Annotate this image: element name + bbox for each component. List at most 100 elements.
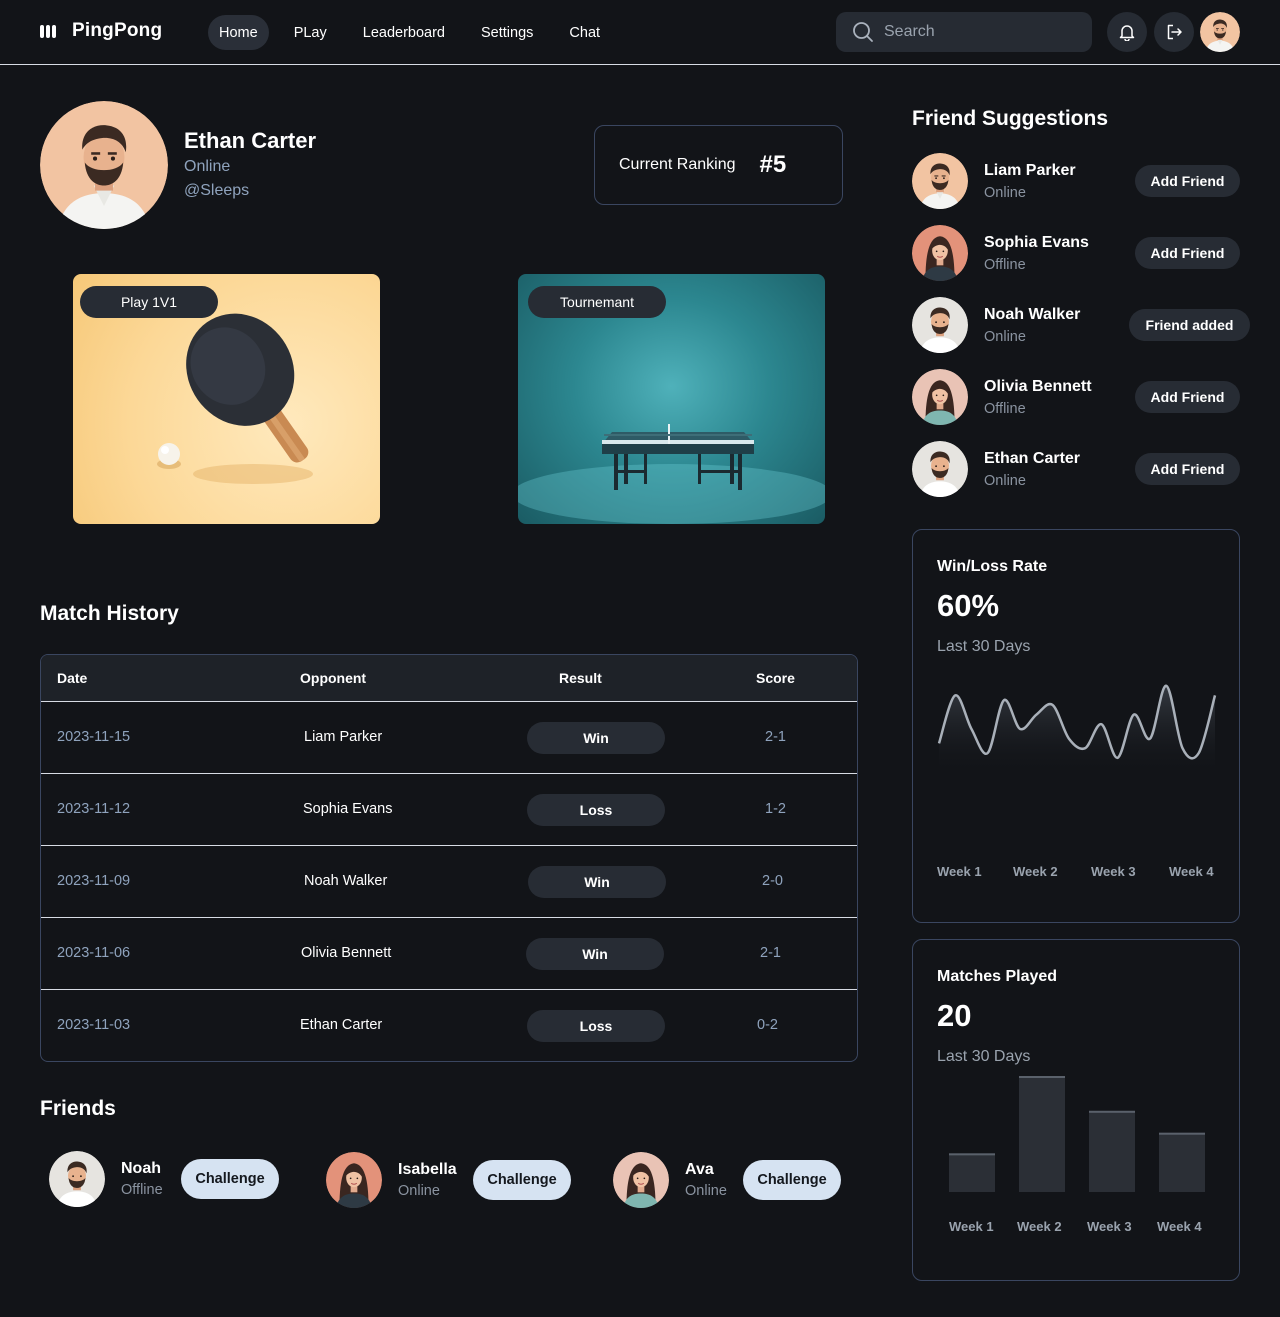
match-history-table: Date Opponent Result Score 2023-11-15 Li… xyxy=(40,654,858,1062)
row-opponent: Noah Walker xyxy=(304,873,388,889)
win-loss-card: Win/Loss Rate 60% Last 30 Days Week 1 We… xyxy=(912,529,1240,923)
suggestion-item: Sophia Evans Offline Add Friend xyxy=(912,225,1252,281)
nav-leaderboard[interactable]: Leaderboard xyxy=(352,15,456,50)
table-row[interactable]: 2023-11-09 Noah Walker Win 2-0 xyxy=(41,846,857,918)
bar-2 xyxy=(1019,1076,1065,1192)
col-score: Score xyxy=(756,670,795,686)
result-badge: Loss xyxy=(527,794,665,826)
suggestion-status: Offline xyxy=(984,257,1026,273)
match-history-title: Match History xyxy=(40,602,179,625)
week-label: Week 2 xyxy=(1017,1219,1062,1234)
add-friend-button[interactable]: Add Friend xyxy=(1135,165,1240,197)
notifications-button[interactable] xyxy=(1107,12,1147,52)
avatar xyxy=(912,153,968,209)
avatar xyxy=(912,225,968,281)
friend-item-noah: Noah Offline xyxy=(49,1151,163,1207)
user-avatar[interactable] xyxy=(1200,12,1240,52)
challenge-button[interactable]: Challenge xyxy=(743,1160,841,1200)
row-opponent: Sophia Evans xyxy=(303,801,393,817)
result-badge: Win xyxy=(528,866,666,898)
col-date: Date xyxy=(57,670,88,686)
search-input[interactable] xyxy=(884,23,1074,41)
nav-home[interactable]: Home xyxy=(208,15,269,50)
logo[interactable]: PingPong xyxy=(40,20,162,42)
play-1v1-card[interactable]: Play 1V1 xyxy=(73,274,380,524)
tournament-card[interactable]: Tournemant xyxy=(518,274,825,524)
week-label: Week 1 xyxy=(949,1219,994,1234)
table-row[interactable]: 2023-11-12 Sophia Evans Loss 1-2 xyxy=(41,774,857,846)
bell-icon xyxy=(1119,25,1135,41)
row-opponent: Olivia Bennett xyxy=(301,945,392,961)
avatar xyxy=(912,441,968,497)
line-area xyxy=(939,685,1215,777)
week-label: Week 1 xyxy=(937,864,982,879)
matches-played-card: Matches Played 20 Last 30 Days Week 1 We… xyxy=(912,939,1240,1281)
friend-status: Online xyxy=(398,1183,440,1199)
current-ranking-card: Current Ranking #5 xyxy=(594,125,843,205)
suggestion-status: Online xyxy=(984,329,1026,345)
week-label: Week 3 xyxy=(1087,1219,1132,1234)
suggestion-item: Liam Parker Online Add Friend xyxy=(912,153,1252,209)
suggestion-name: Liam Parker xyxy=(984,162,1076,179)
matches-played-value: 20 xyxy=(937,998,972,1033)
friend-item-isabella: Isabella Online xyxy=(326,1152,457,1208)
win-loss-period: Last 30 Days xyxy=(937,638,1031,655)
suggestion-status: Online xyxy=(984,473,1026,489)
table-row[interactable]: 2023-11-15 Liam Parker Win 2-1 xyxy=(41,702,857,774)
logo-icon xyxy=(40,23,56,39)
friend-suggestions-title: Friend Suggestions xyxy=(912,107,1109,130)
friend-name: Isabella xyxy=(398,1161,457,1178)
nav-chat[interactable]: Chat xyxy=(558,15,611,50)
top-nav: PingPong Home PLay Leaderboard Settings … xyxy=(0,0,1280,65)
avatar xyxy=(613,1152,669,1208)
challenge-button[interactable]: Challenge xyxy=(473,1160,571,1200)
profile-avatar xyxy=(40,101,168,229)
row-opponent: Liam Parker xyxy=(304,729,383,745)
friend-added-button[interactable]: Friend added xyxy=(1129,309,1250,341)
friend-name: Noah xyxy=(121,1160,161,1177)
table-row[interactable]: 2023-11-06 Olivia Bennett Win 2-1 xyxy=(41,918,857,990)
week-label: Week 2 xyxy=(1013,864,1058,879)
suggestion-name: Ethan Carter xyxy=(984,450,1081,467)
friend-item-ava: Ava Online xyxy=(613,1152,727,1208)
logout-button[interactable] xyxy=(1154,12,1194,52)
win-loss-label: Win/Loss Rate xyxy=(937,558,1048,575)
bar-cap-4 xyxy=(1159,1132,1205,1135)
row-date: 2023-11-12 xyxy=(57,801,131,817)
result-badge: Loss xyxy=(527,1010,665,1042)
friend-status: Offline xyxy=(121,1182,163,1198)
avatar xyxy=(326,1152,382,1208)
week-label: Week 4 xyxy=(1157,1219,1202,1234)
challenge-button[interactable]: Challenge xyxy=(181,1159,279,1199)
suggestion-status: Offline xyxy=(984,401,1026,417)
avatar xyxy=(912,369,968,425)
bar-3 xyxy=(1089,1110,1135,1192)
ranking-label: Current Ranking xyxy=(619,156,736,173)
table-header: Date Opponent Result Score xyxy=(41,655,857,702)
suggestion-item: Ethan Carter Online Add Friend xyxy=(912,441,1252,497)
search-box[interactable] xyxy=(836,12,1092,52)
row-score: 1-2 xyxy=(765,801,786,817)
suggestion-name: Noah Walker xyxy=(984,306,1081,323)
profile-name: Ethan Carter xyxy=(184,128,317,153)
add-friend-button[interactable]: Add Friend xyxy=(1135,453,1240,485)
matches-played-label: Matches Played xyxy=(937,968,1058,985)
row-score: 2-0 xyxy=(762,873,783,889)
table-row[interactable]: 2023-11-03 Ethan Carter Loss 0-2 xyxy=(41,990,857,1061)
week-label: Week 3 xyxy=(1091,864,1136,879)
friends-title: Friends xyxy=(40,1097,116,1120)
col-opponent: Opponent xyxy=(300,670,367,686)
matches-played-bar-chart xyxy=(949,1076,1205,1192)
profile-status: Online xyxy=(184,158,231,175)
logo-text: PingPong xyxy=(72,20,163,41)
add-friend-button[interactable]: Add Friend xyxy=(1135,237,1240,269)
tournament-label: Tournemant xyxy=(528,286,666,318)
nav-links: Home PLay Leaderboard Settings Chat xyxy=(208,15,611,50)
row-opponent: Ethan Carter xyxy=(300,1017,383,1033)
avatar xyxy=(49,1151,105,1207)
nav-play[interactable]: PLay xyxy=(283,15,338,50)
row-date: 2023-11-03 xyxy=(57,1017,131,1033)
nav-settings[interactable]: Settings xyxy=(470,15,544,50)
add-friend-button[interactable]: Add Friend xyxy=(1135,381,1240,413)
row-date: 2023-11-09 xyxy=(57,873,131,889)
